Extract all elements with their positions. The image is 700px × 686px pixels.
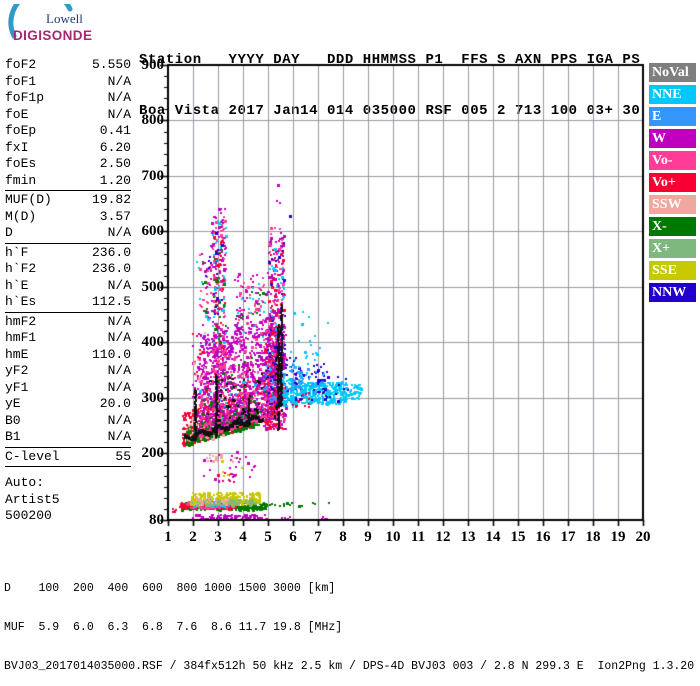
- param-label: B1: [5, 429, 21, 444]
- autoscaling-line: Artist5: [5, 491, 60, 507]
- param-label: h`F2: [5, 261, 37, 276]
- param-label: C-level: [5, 448, 60, 464]
- param-row-hmF2: hmF2 N/A: [5, 314, 131, 331]
- param-row-foF2: foF2 5.550: [5, 57, 131, 74]
- param-value: 110.0: [91, 346, 131, 362]
- param-label: h`Es: [5, 294, 37, 309]
- param-row-h`Es: h`Es 112.5: [5, 294, 131, 311]
- y-axis-tick-label: 80: [149, 512, 164, 528]
- param-label: D: [5, 225, 13, 240]
- file-info-row: BVJ03_2017014035000.RSF / 384fx512h 50 k…: [4, 660, 695, 673]
- param-value: N/A: [107, 73, 131, 89]
- param-label: M(D): [5, 208, 37, 224]
- param-value: 0.41: [99, 123, 131, 138]
- param-label: yF2: [5, 363, 29, 378]
- lowell-digisonde-logo: Lowell DIGISONDE: [6, 0, 126, 52]
- param-row-h`E: h`E N/A: [5, 278, 131, 295]
- x-axis-tick-label: 20: [635, 529, 651, 545]
- y-axis-tick-label: 600: [141, 223, 165, 240]
- parameter-panel: foF2 5.550 foF1 N/A foF1p N/A foE N/A foEp 0.41 fx…: [5, 57, 131, 525]
- param-row-hmF1: hmF1 N/A: [5, 330, 131, 347]
- param-row-hmE: hmE 110.0: [5, 347, 131, 364]
- param-row-foEs: foEs 2.50: [5, 156, 131, 173]
- param-value: 19.82: [91, 192, 131, 207]
- param-label: foF1p: [5, 90, 45, 105]
- y-axis-tick-label: 200: [141, 445, 165, 462]
- logo-text-lowell: Lowell: [46, 11, 83, 26]
- y-axis-tick-label: 800: [141, 112, 165, 129]
- param-separator: [5, 190, 131, 191]
- param-label: foF1: [5, 73, 37, 89]
- param-value: N/A: [107, 412, 131, 428]
- param-row-yF1: yF1 N/A: [5, 380, 131, 397]
- param-value: 5.550: [91, 57, 131, 72]
- muf-distance-row: D 100 200 400 600 800 1000 1500 3000 [km…: [4, 582, 336, 595]
- param-label: foE: [5, 106, 29, 122]
- ionogram-plot: [130, 58, 690, 558]
- param-label: foF2: [5, 57, 37, 72]
- param-row-fxI: fxI 6.20: [5, 140, 131, 157]
- param-row-yF2: yF2 N/A: [5, 363, 131, 380]
- param-row-h`F: h`F 236.0: [5, 245, 131, 262]
- footer-info: D 100 200 400 600 800 1000 1500 3000 [km…: [4, 556, 694, 686]
- param-label: MUF(D): [5, 192, 52, 207]
- ionogram-app: { "logo": {"top": "Lowell", "bottom": "D…: [0, 0, 700, 673]
- param-separator: [5, 446, 131, 448]
- param-value: 1.20: [99, 172, 131, 188]
- param-row-fmin: fmin 1.20: [5, 173, 131, 190]
- param-value: N/A: [107, 429, 131, 444]
- param-row-foF1p: foF1p N/A: [5, 90, 131, 107]
- muf-values-row: MUF 5.9 6.0 6.3 6.8 7.6 8.6 11.7 19.8 [M…: [4, 621, 343, 634]
- param-value: 6.20: [99, 139, 131, 155]
- logo-arc-icon: Lowell DIGISONDE: [8, 0, 92, 43]
- param-value: 2.50: [99, 156, 131, 171]
- param-label: foEs: [5, 156, 37, 171]
- param-label: yE: [5, 396, 21, 411]
- logo-text-digisonde: DIGISONDE: [13, 28, 92, 43]
- param-label: fxI: [5, 139, 29, 155]
- param-value: 112.5: [91, 294, 131, 309]
- param-value: N/A: [107, 363, 131, 378]
- param-label: hmE: [5, 346, 29, 362]
- autoscaling-line: Auto:: [5, 475, 45, 490]
- param-label: h`F: [5, 244, 29, 260]
- param-label: h`E: [5, 277, 29, 293]
- param-value: 20.0: [99, 396, 131, 411]
- param-row-B1: B1 N/A: [5, 429, 131, 446]
- param-value: N/A: [107, 313, 131, 329]
- y-axis-tick-label: 300: [141, 389, 165, 406]
- param-row-foF1: foF1 N/A: [5, 74, 131, 91]
- param-value: 236.0: [91, 261, 131, 276]
- param-label: fmin: [5, 172, 37, 188]
- y-axis-tick-label: 500: [141, 278, 165, 295]
- param-row-MUF(D): MUF(D) 19.82: [5, 192, 131, 209]
- y-axis-tick-label: 900: [141, 57, 165, 73]
- param-separator: [5, 466, 131, 467]
- param-label: foEp: [5, 123, 37, 138]
- param-row-foEp: foEp 0.41: [5, 123, 131, 140]
- param-label: yF1: [5, 379, 29, 395]
- param-value: 3.57: [99, 208, 131, 224]
- param-row-h`F2: h`F2 236.0: [5, 261, 131, 278]
- param-row-M(D): M(D) 3.57: [5, 209, 131, 226]
- param-row-yE: yE 20.0: [5, 396, 131, 413]
- autoscaling-line: 500200: [5, 508, 52, 523]
- param-value: 236.0: [91, 244, 131, 260]
- param-label: hmF2: [5, 313, 37, 329]
- y-axis-tick-label: 400: [141, 334, 165, 351]
- param-row-D: D N/A: [5, 225, 131, 242]
- param-label: B0: [5, 412, 21, 428]
- autoscaling-info: Auto: Artist5 500200: [5, 475, 131, 525]
- param-value: N/A: [107, 90, 131, 105]
- param-row-B0: B0 N/A: [5, 413, 131, 430]
- param-label: hmF1: [5, 330, 37, 345]
- param-row-C-level: C-level 55: [5, 449, 131, 466]
- param-separator: [5, 311, 131, 313]
- param-row-foE: foE N/A: [5, 107, 131, 124]
- param-separator: [5, 242, 131, 244]
- y-axis-tick-label: 700: [141, 167, 165, 184]
